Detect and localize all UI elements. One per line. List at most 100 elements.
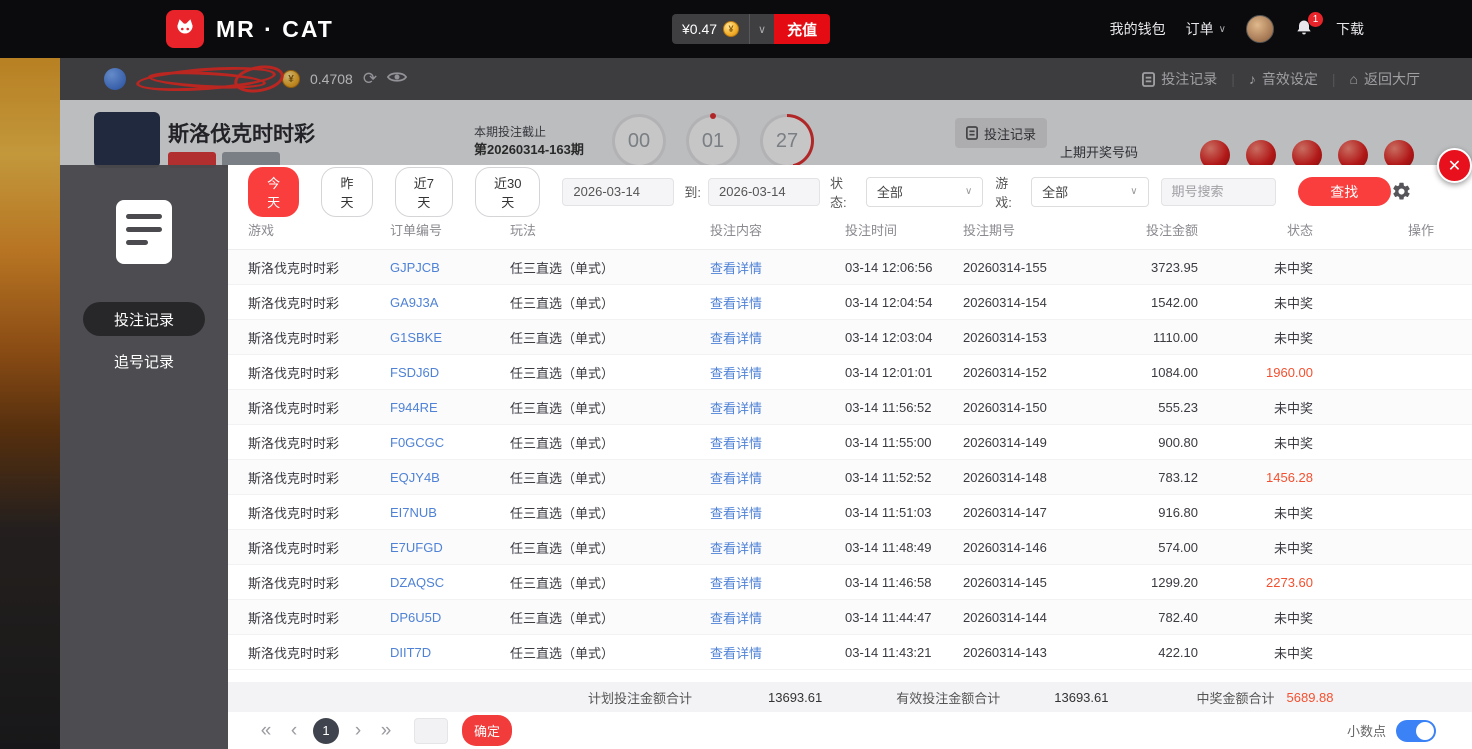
date-from-input[interactable] <box>562 177 675 206</box>
decimal-toggle[interactable] <box>1396 719 1436 742</box>
view-detail-link[interactable]: 查看详情 <box>710 576 762 591</box>
toggle-knob <box>1416 721 1434 740</box>
game-select[interactable]: 全部 ∨ <box>1031 176 1149 207</box>
user-avatar[interactable] <box>1246 15 1274 43</box>
balance-dropdown[interactable]: ∨ <box>749 14 775 44</box>
order-id-link[interactable]: GJPJCB <box>390 260 440 275</box>
cell-amount: 1084.00 <box>1151 364 1198 380</box>
view-detail-link[interactable]: 查看详情 <box>710 611 762 626</box>
cell-game: 斯洛伐克时时彩 <box>248 470 340 486</box>
cell-bet-time: 03-14 11:46:58 <box>845 574 932 590</box>
page-number-input[interactable] <box>414 717 448 744</box>
cell-amount: 1299.20 <box>1151 574 1198 590</box>
cell-amount: 3723.95 <box>1151 259 1198 275</box>
close-modal-button[interactable]: ✕ <box>1437 148 1472 183</box>
cell-status: 未中奖 <box>1273 260 1313 276</box>
view-detail-link[interactable]: 查看详情 <box>710 471 762 486</box>
cell-amount: 555.23 <box>1158 399 1198 415</box>
cell-play-type: 任三直选（单式） <box>510 365 615 381</box>
chevron-down-icon: ∨ <box>758 23 767 36</box>
view-detail-link[interactable]: 查看详情 <box>710 506 762 521</box>
download-link[interactable]: 下载 <box>1336 19 1364 39</box>
order-id-link[interactable]: EI7NUB <box>390 505 437 520</box>
modal-sidebar: 投注记录 追号记录 <box>60 165 228 749</box>
date-to-input[interactable] <box>708 177 821 206</box>
table-row: 斯洛伐克时时彩 F0GCGC 任三直选（单式） 查看详情 03-14 11:55… <box>228 425 1472 460</box>
cell-period: 20260314-145 <box>963 574 1047 590</box>
search-button[interactable]: 查找 <box>1297 177 1392 206</box>
cell-amount: 574.00 <box>1158 539 1198 555</box>
view-detail-link[interactable]: 查看详情 <box>710 366 762 381</box>
cell-bet-time: 03-14 12:01:01 <box>845 364 933 380</box>
cell-play-type: 任三直选（单式） <box>510 645 615 661</box>
cell-game: 斯洛伐克时时彩 <box>248 435 340 451</box>
header-bet-content: 投注内容 <box>710 223 763 238</box>
view-detail-link[interactable]: 查看详情 <box>710 261 762 276</box>
brand[interactable]: MR · CAT <box>166 10 334 48</box>
cell-bet-time: 03-14 11:48:49 <box>845 539 932 555</box>
view-detail-link[interactable]: 查看详情 <box>710 541 762 556</box>
order-id-link[interactable]: E7UFGD <box>390 540 443 555</box>
view-detail-link[interactable]: 查看详情 <box>710 646 762 661</box>
filter-yesterday-button[interactable]: 昨天 <box>321 166 373 217</box>
prev-page-button[interactable]: ‹ <box>280 720 308 742</box>
view-detail-link[interactable]: 查看详情 <box>710 331 762 346</box>
cell-game: 斯洛伐克时时彩 <box>248 645 340 661</box>
gear-icon[interactable] <box>1391 181 1412 202</box>
notifications-button[interactable]: 1 <box>1294 12 1323 41</box>
orders-label: 订单 <box>1185 21 1214 37</box>
view-detail-link[interactable]: 查看详情 <box>710 296 762 311</box>
cell-play-type: 任三直选（单式） <box>510 540 615 556</box>
cell-period: 20260314-144 <box>963 609 1047 625</box>
order-id-link[interactable]: G1SBKE <box>390 330 442 345</box>
recharge-button[interactable]: 充值 <box>774 14 831 44</box>
view-detail-link[interactable]: 查看详情 <box>710 401 762 416</box>
cell-period: 20260314-146 <box>963 539 1047 555</box>
table-row: 斯洛伐克时时彩 G1SBKE 任三直选（单式） 查看详情 03-14 12:03… <box>228 320 1472 355</box>
filter-30days-button[interactable]: 近30天 <box>475 166 541 217</box>
cell-play-type: 任三直选（单式） <box>510 295 615 311</box>
table-row: 斯洛伐克时时彩 FSDJ6D 任三直选（单式） 查看详情 03-14 12:01… <box>228 355 1472 390</box>
wallet-balance[interactable]: ¥0.47 ¥ <box>672 14 750 44</box>
first-page-button[interactable]: « <box>252 720 280 742</box>
order-id-link[interactable]: F0GCGC <box>390 435 444 450</box>
topbar-right: 我的钱包 订单 ∨ 1 下载 <box>1110 0 1364 58</box>
order-id-link[interactable]: DZAQSC <box>390 575 444 590</box>
order-id-link[interactable]: EQJY4B <box>390 470 440 485</box>
cell-play-type: 任三直选（单式） <box>510 575 615 591</box>
planned-total-label: 计划投注金额合计 <box>588 690 693 706</box>
table-rows: 斯洛伐克时时彩 GJPJCB 任三直选（单式） 查看详情 03-14 12:06… <box>228 250 1472 670</box>
filter-today-button[interactable]: 今天 <box>248 166 300 217</box>
status-select[interactable]: 全部 ∨ <box>865 176 984 207</box>
my-wallet-link[interactable]: 我的钱包 <box>1110 19 1166 39</box>
sidebar-item-bet-records[interactable]: 投注记录 <box>83 302 205 336</box>
cell-amount: 782.40 <box>1158 609 1198 625</box>
last-page-button[interactable]: » <box>372 720 400 742</box>
period-search-input[interactable] <box>1160 177 1276 206</box>
order-id-link[interactable]: GA9J3A <box>390 295 438 310</box>
notification-badge: 1 <box>1308 12 1323 27</box>
cell-game: 斯洛伐克时时彩 <box>248 505 340 521</box>
cell-status: 未中奖 <box>1273 435 1313 451</box>
sidebar-item-chase-records[interactable]: 追号记录 <box>83 344 205 378</box>
cell-game: 斯洛伐克时时彩 <box>248 295 340 311</box>
cell-status: 未中奖 <box>1273 330 1313 346</box>
cell-period: 20260314-147 <box>963 504 1047 520</box>
view-detail-link[interactable]: 查看详情 <box>710 436 762 451</box>
cell-bet-time: 03-14 11:56:52 <box>845 399 932 415</box>
order-id-link[interactable]: F944RE <box>390 400 438 415</box>
cell-amount: 916.80 <box>1158 504 1198 520</box>
balance-amount: ¥0.47 <box>682 21 718 37</box>
confirm-page-button[interactable]: 确定 <box>462 715 513 746</box>
cell-status: 2273.60 <box>1266 574 1313 590</box>
next-page-button[interactable]: › <box>344 720 372 742</box>
cell-game: 斯洛伐克时时彩 <box>248 400 340 416</box>
filter-7days-button[interactable]: 近7天 <box>394 166 454 217</box>
order-id-link[interactable]: DP6U5D <box>390 610 441 625</box>
orders-menu[interactable]: 订单 ∨ <box>1186 19 1226 39</box>
current-page-button[interactable]: 1 <box>313 717 339 744</box>
table-row: 斯洛伐克时时彩 DZAQSC 任三直选（单式） 查看详情 03-14 11:46… <box>228 565 1472 600</box>
order-id-link[interactable]: FSDJ6D <box>390 365 439 380</box>
order-id-link[interactable]: DIIT7D <box>390 645 431 660</box>
cell-amount: 1542.00 <box>1151 294 1198 310</box>
